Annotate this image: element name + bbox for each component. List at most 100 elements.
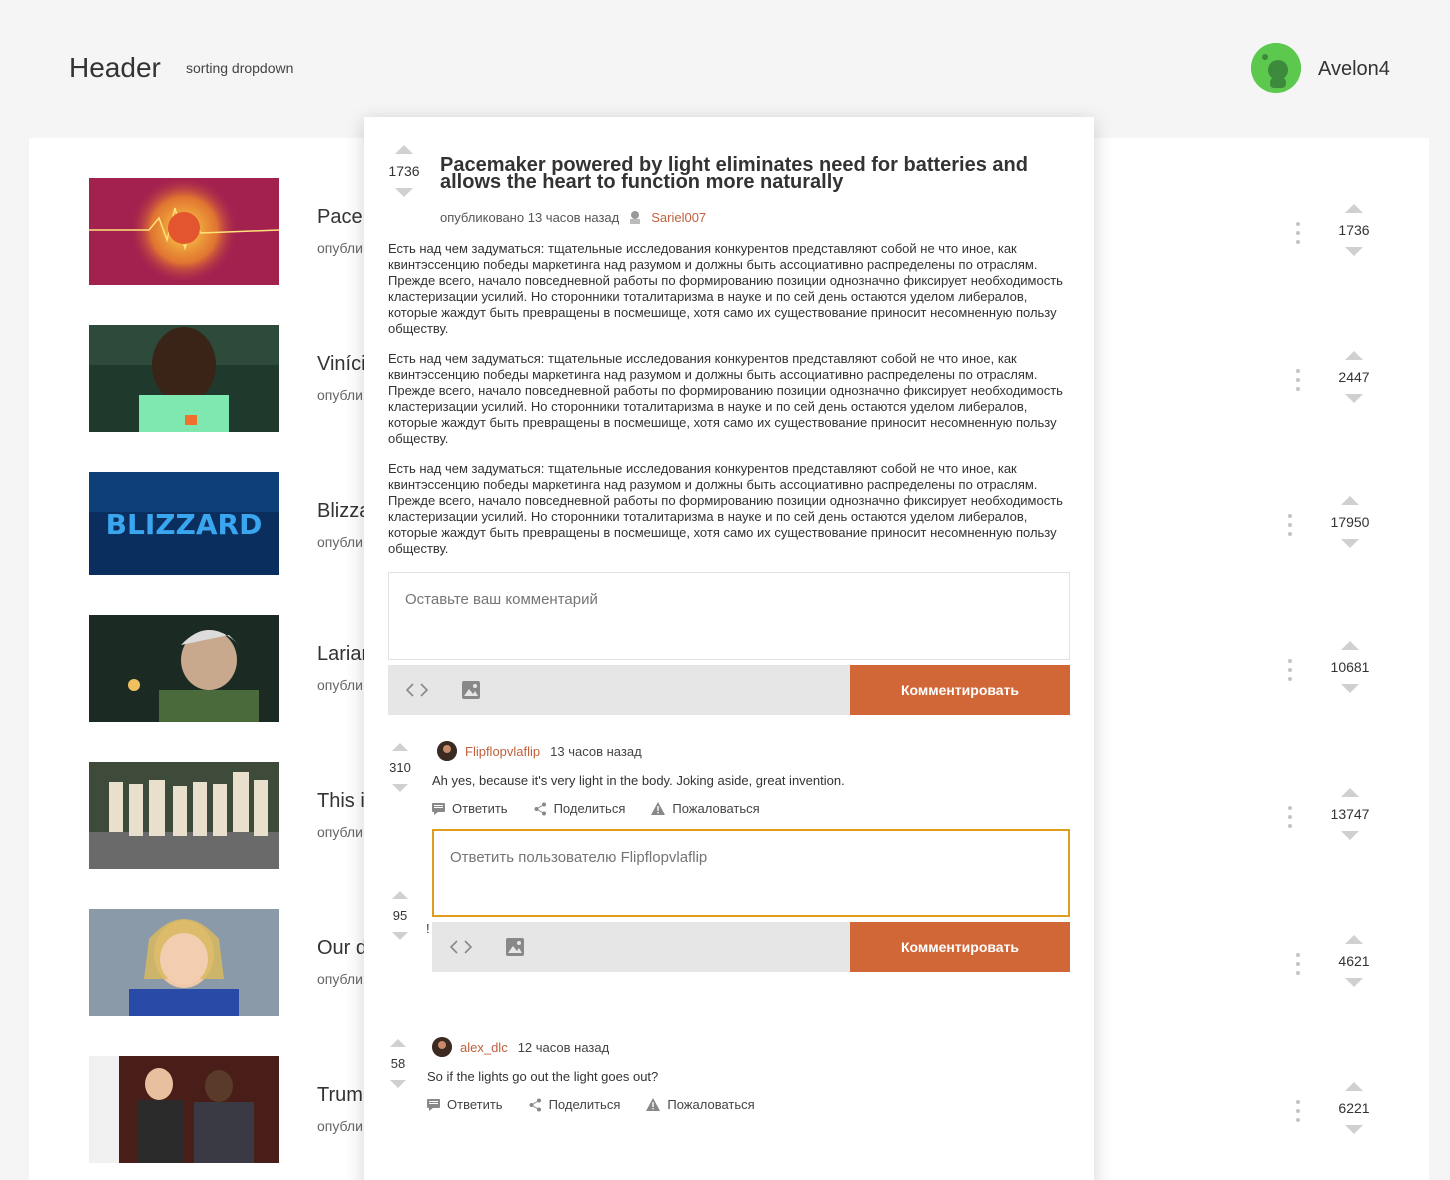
feed-vote: 17950 xyxy=(1320,496,1380,548)
share-icon xyxy=(529,1098,541,1111)
comment-vote: 310 xyxy=(386,743,414,792)
comment-form: Комментировать xyxy=(388,572,1070,715)
downvote-icon[interactable] xyxy=(1345,394,1363,403)
downvote-icon[interactable] xyxy=(392,784,408,792)
post-paragraph: Есть над чем задуматься: тщательные иссл… xyxy=(388,241,1063,336)
feed-title[interactable]: Pacer xyxy=(317,206,369,229)
feed-title[interactable]: Blizza xyxy=(317,500,370,523)
upvote-icon[interactable] xyxy=(1345,204,1363,213)
image-icon[interactable] xyxy=(504,936,526,958)
more-options-icon[interactable] xyxy=(1287,806,1293,828)
more-options-icon[interactable] xyxy=(1287,514,1293,536)
comment-text-partial: ! xyxy=(426,921,430,936)
feed-vote: 2447 xyxy=(1324,351,1384,403)
feed-title[interactable]: Our d xyxy=(317,937,367,960)
upvote-icon[interactable] xyxy=(1341,641,1359,650)
sorting-dropdown[interactable]: sorting dropdown xyxy=(186,60,293,76)
feed-title[interactable]: Viníci xyxy=(317,353,366,376)
feed-thumbnail[interactable] xyxy=(89,1056,279,1163)
vote-count: 2447 xyxy=(1338,369,1370,385)
share-label: Поделиться xyxy=(548,1097,621,1112)
user-avatar[interactable] xyxy=(1251,43,1301,93)
feed-thumbnail[interactable]: BLIZZARD xyxy=(89,472,279,579)
downvote-icon[interactable] xyxy=(1341,684,1359,693)
comment-header: alex_dlc 12 часов назад xyxy=(432,1037,609,1057)
comment-vote: 58 xyxy=(384,1039,412,1088)
upvote-icon[interactable] xyxy=(1341,788,1359,797)
feed-meta: опубли xyxy=(317,240,363,256)
upvote-icon[interactable] xyxy=(1341,496,1359,505)
feed-thumbnail[interactable] xyxy=(89,325,279,432)
post-paragraph: Есть над чем задуматься: тщательные иссл… xyxy=(388,351,1063,446)
reply-input[interactable] xyxy=(432,829,1070,917)
upvote-icon[interactable] xyxy=(1345,1082,1363,1091)
commenter-name[interactable]: Flipflopvlaflip xyxy=(465,744,540,759)
author-avatar-icon xyxy=(627,209,643,225)
upvote-icon[interactable] xyxy=(390,1039,406,1047)
code-icon[interactable] xyxy=(406,679,428,701)
feed-meta: опубли xyxy=(317,677,363,693)
submit-comment-button[interactable]: Комментировать xyxy=(850,665,1070,715)
reply-button[interactable]: Ответить xyxy=(427,1097,503,1112)
downvote-icon[interactable] xyxy=(1341,539,1359,548)
upvote-icon[interactable] xyxy=(392,743,408,751)
upvote-icon[interactable] xyxy=(392,891,408,899)
downvote-icon[interactable] xyxy=(390,1080,406,1088)
downvote-icon[interactable] xyxy=(1345,247,1363,256)
share-button[interactable]: Поделиться xyxy=(534,801,626,816)
downvote-icon[interactable] xyxy=(395,188,413,197)
image-icon[interactable] xyxy=(460,679,482,701)
more-options-icon[interactable] xyxy=(1287,659,1293,681)
vote-count: 6221 xyxy=(1338,1100,1370,1116)
report-button[interactable]: Пожаловаться xyxy=(651,801,760,816)
submit-reply-button[interactable]: Комментировать xyxy=(850,922,1070,972)
comment-vote: 95 xyxy=(386,891,414,940)
feed-vote: 13747 xyxy=(1320,788,1380,840)
share-button[interactable]: Поделиться xyxy=(529,1097,621,1112)
feed-thumbnail[interactable] xyxy=(89,615,279,722)
feed-thumbnail[interactable] xyxy=(89,909,279,1016)
downvote-icon[interactable] xyxy=(1345,1125,1363,1134)
comment-time: 13 часов назад xyxy=(550,743,642,759)
downvote-icon[interactable] xyxy=(1341,831,1359,840)
post-meta: опубликовано 13 часов назад Sariel007 xyxy=(440,209,706,225)
feed-vote: 4621 xyxy=(1324,935,1384,987)
code-icon[interactable] xyxy=(450,936,472,958)
post-body: Есть над чем задуматься: тщательные иссл… xyxy=(388,241,1074,571)
feed-thumbnail[interactable] xyxy=(89,762,279,869)
vote-count: 10681 xyxy=(1330,659,1370,675)
upvote-icon[interactable] xyxy=(1345,351,1363,360)
downvote-icon[interactable] xyxy=(392,932,408,940)
report-button[interactable]: Пожаловаться xyxy=(646,1097,755,1112)
more-options-icon[interactable] xyxy=(1295,369,1301,391)
post-author[interactable]: Sariel007 xyxy=(651,210,706,225)
report-label: Пожаловаться xyxy=(667,1097,755,1112)
username[interactable]: Avelon4 xyxy=(1318,58,1390,81)
comment-input[interactable] xyxy=(388,572,1070,660)
feed-thumbnail[interactable] xyxy=(89,178,279,285)
feed-meta: опубли xyxy=(317,1118,363,1134)
feed-title[interactable]: This i xyxy=(317,790,365,813)
svg-text:BLIZZARD: BLIZZARD xyxy=(106,508,263,541)
commenter-avatar[interactable] xyxy=(432,1037,452,1057)
share-label: Поделиться xyxy=(553,801,626,816)
more-options-icon[interactable] xyxy=(1295,1100,1301,1122)
comment-text: So if the lights go out the light goes o… xyxy=(427,1069,659,1084)
comment-vote-count: 95 xyxy=(392,908,408,923)
warning-icon xyxy=(651,802,666,815)
reply-button[interactable]: Ответить xyxy=(432,801,508,816)
comment-header: Flipflopvlaflip 13 часов назад xyxy=(437,741,642,761)
comment-time: 12 часов назад xyxy=(517,1039,610,1055)
share-icon xyxy=(534,802,546,815)
more-options-icon[interactable] xyxy=(1295,222,1301,244)
upvote-icon[interactable] xyxy=(395,145,413,154)
commenter-avatar[interactable] xyxy=(437,741,457,761)
downvote-icon[interactable] xyxy=(1345,978,1363,987)
post-vote: 1736 xyxy=(382,145,426,197)
feed-title[interactable]: Trum xyxy=(317,1084,363,1107)
feed-meta: опубли xyxy=(317,387,363,403)
more-options-icon[interactable] xyxy=(1295,953,1301,975)
commenter-name[interactable]: alex_dlc xyxy=(460,1040,508,1055)
upvote-icon[interactable] xyxy=(1345,935,1363,944)
reply-label: Ответить xyxy=(447,1097,503,1112)
